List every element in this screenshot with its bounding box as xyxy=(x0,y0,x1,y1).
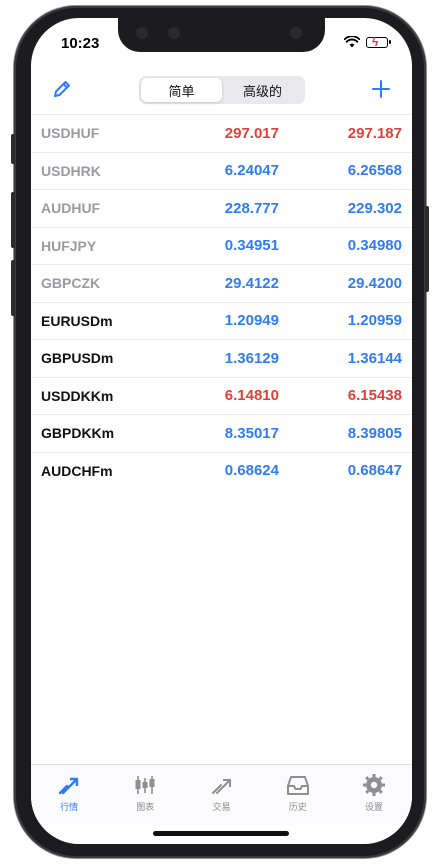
tab-trade[interactable]: 交易 xyxy=(183,765,259,825)
edit-pencil-icon[interactable] xyxy=(51,78,73,100)
trade-icon xyxy=(211,779,231,794)
quote-symbol: GBPCZK xyxy=(41,275,101,292)
quote-row[interactable]: GBPCZK 29.4122 29.4200 xyxy=(31,264,412,302)
volume-down-button xyxy=(11,260,15,316)
tab-history[interactable]: 历史 xyxy=(260,765,336,825)
quote-bid: 1.20949 xyxy=(224,312,279,330)
status-time: 10:23 xyxy=(61,35,100,52)
quote-ask: 297.187 xyxy=(347,124,402,142)
quote-bid: 6.14810 xyxy=(224,387,279,405)
quote-ask: 0.68647 xyxy=(347,462,402,480)
quote-row[interactable]: USDHRK 6.24047 6.26568 xyxy=(31,151,412,190)
quote-symbol: AUDCHFm xyxy=(41,462,113,479)
quote-row[interactable]: GBPDKKm 8.35017 8.39805 xyxy=(31,414,412,452)
quote-row[interactable]: AUDHUF 228.777 229.302 xyxy=(31,189,412,227)
quote-bid: 0.34951 xyxy=(224,237,279,255)
tab-bar: 行情 图表 交易 历史 设置 xyxy=(31,764,412,825)
quote-bid: 29.4122 xyxy=(224,274,279,292)
segment-advanced[interactable]: 高级的 xyxy=(222,78,303,102)
tab-label: 设置 xyxy=(364,802,383,812)
tab-label: 行情 xyxy=(60,802,79,812)
quote-symbol: USDHUF xyxy=(41,125,100,142)
quote-row[interactable]: AUDCHFm 0.68624 0.68647 xyxy=(31,451,412,490)
power-button xyxy=(425,206,429,292)
quote-row[interactable]: GBPUSDm 1.36129 1.36144 xyxy=(31,339,412,377)
chart-icon xyxy=(135,776,155,794)
quote-symbol: USDHRK xyxy=(41,162,101,179)
quote-symbol: GBPUSDm xyxy=(41,350,114,367)
quote-row[interactable]: EURUSDm 1.20949 1.20959 xyxy=(31,301,412,340)
history-icon xyxy=(286,776,309,795)
tab-label: 历史 xyxy=(288,802,307,812)
quote-ask: 6.26568 xyxy=(347,162,402,180)
quote-symbol: GBPDKKm xyxy=(41,425,115,442)
quote-bid: 0.68624 xyxy=(224,462,279,480)
quote-symbol: USDDKKm xyxy=(41,387,114,404)
tab-chart[interactable]: 图表 xyxy=(107,765,183,825)
quote-symbol: HUFJPY xyxy=(41,237,97,254)
status-icons: ϟ xyxy=(344,35,391,49)
quote-ask: 29.4200 xyxy=(347,274,402,292)
quote-ask: 1.20959 xyxy=(347,312,402,330)
quote-ask: 8.39805 xyxy=(347,424,402,442)
quote-symbol: EURUSDm xyxy=(41,312,113,329)
quote-bid: 228.777 xyxy=(224,199,279,217)
tab-label: 交易 xyxy=(212,802,231,812)
tab-settings[interactable]: 设置 xyxy=(336,765,412,825)
wifi-icon xyxy=(344,36,360,48)
screen: 10:23 ϟ 简单 高级的 USDHUF 297.017 297.187 USDHR… xyxy=(31,18,412,844)
quote-bid: 297.017 xyxy=(224,124,279,142)
quote-bid: 8.35017 xyxy=(224,424,279,442)
quote-row[interactable]: USDHUF 297.017 297.187 xyxy=(31,114,412,152)
settings-icon xyxy=(362,774,385,796)
quote-ask: 1.36144 xyxy=(347,349,402,367)
mode-segmented-control: 简单 高级的 xyxy=(139,76,305,104)
quote-ask: 6.15438 xyxy=(347,387,402,405)
quote-bid: 6.24047 xyxy=(224,162,279,180)
quote-bid: 1.36129 xyxy=(224,349,279,367)
quote-list: USDHUF 297.017 297.187 USDHRK 6.24047 6.26568… xyxy=(31,114,412,489)
navbar: 简单 高级的 xyxy=(31,70,412,114)
quote-row[interactable]: HUFJPY 0.34951 0.34980 xyxy=(31,226,412,265)
notch xyxy=(118,18,325,52)
quotes-icon xyxy=(58,777,79,795)
quote-row[interactable]: USDDKKm 6.14810 6.15438 xyxy=(31,376,412,415)
tab-quotes[interactable]: 行情 xyxy=(31,765,107,825)
home-indicator[interactable] xyxy=(153,831,289,836)
add-plus-icon[interactable] xyxy=(370,78,392,100)
battery-icon: ϟ xyxy=(366,35,391,49)
volume-up-button xyxy=(11,192,15,248)
quote-symbol: AUDHUF xyxy=(41,200,101,217)
mute-switch xyxy=(11,134,15,164)
tab-label: 图表 xyxy=(136,802,155,812)
segment-simple[interactable]: 简单 xyxy=(141,78,222,102)
quote-ask: 0.34980 xyxy=(347,237,402,255)
quote-ask: 229.302 xyxy=(347,199,402,217)
